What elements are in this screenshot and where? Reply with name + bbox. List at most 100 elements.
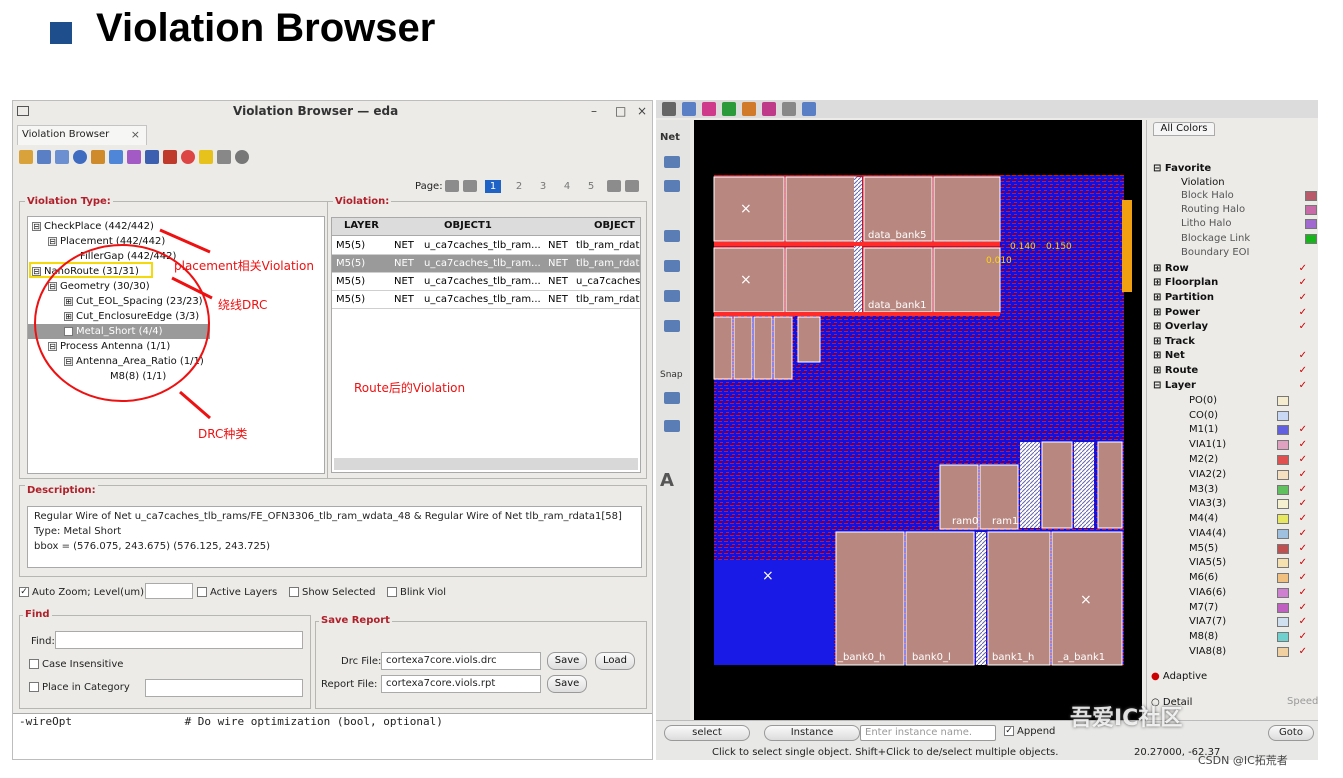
visibility-check[interactable]: ✓: [1299, 438, 1307, 452]
category-overlay[interactable]: ⊞ Overlay ✓: [1153, 320, 1313, 334]
visibility-check[interactable]: ✓: [1299, 320, 1307, 334]
color-swatch[interactable]: [1277, 470, 1289, 480]
category-partition[interactable]: ⊞ Partition ✓: [1153, 291, 1313, 305]
macro-block[interactable]: [1041, 441, 1073, 529]
layer-row-via7[interactable]: VIA7(7) ✓: [1189, 615, 1313, 629]
radio-selected-icon[interactable]: ●: [1151, 671, 1163, 682]
macro-block[interactable]: [773, 316, 793, 380]
snap-icon[interactable]: [664, 392, 680, 404]
visibility-check[interactable]: ✓: [1299, 497, 1307, 511]
align-icon[interactable]: [664, 230, 680, 242]
macro-block[interactable]: [785, 247, 857, 313]
macro-block[interactable]: [733, 316, 753, 380]
net-tool-label[interactable]: Net: [660, 132, 680, 143]
visibility-check[interactable]: ✓: [1299, 453, 1307, 467]
visibility-check[interactable]: ✓: [1299, 379, 1307, 393]
macro-block[interactable]: [905, 531, 975, 666]
visibility-check[interactable]: ✓: [1299, 291, 1307, 305]
category-row[interactable]: ⊞ Row ✓: [1153, 262, 1313, 276]
layer-row-m8[interactable]: M8(8) ✓: [1189, 630, 1313, 644]
visibility-check[interactable]: ✓: [1299, 527, 1307, 541]
violation-marker[interactable]: ×: [762, 568, 774, 584]
color-swatch[interactable]: [1277, 499, 1289, 509]
collapse-icon[interactable]: ⊟: [1153, 380, 1165, 391]
color-swatch[interactable]: [1305, 205, 1317, 215]
zoom-icon[interactable]: [682, 102, 696, 116]
color-swatch[interactable]: [1277, 485, 1289, 495]
expand-icon[interactable]: ⊞: [1153, 263, 1165, 274]
color-swatch[interactable]: [1277, 588, 1289, 598]
visibility-check[interactable]: ✓: [1299, 306, 1307, 320]
layout-canvas[interactable]: × × × × data_bank5 data_bank1 ram0 ram1 …: [694, 120, 1142, 720]
color-swatch[interactable]: [1277, 514, 1289, 524]
visibility-check[interactable]: ✓: [1299, 364, 1307, 378]
color-swatch[interactable]: [1305, 234, 1317, 244]
visibility-check[interactable]: ✓: [1299, 512, 1307, 526]
pan-icon[interactable]: [802, 102, 816, 116]
macro-block[interactable]: [835, 531, 905, 666]
violation-marker[interactable]: ×: [740, 272, 752, 288]
macro-block[interactable]: [785, 176, 857, 242]
layer-row-po[interactable]: PO(0): [1189, 394, 1313, 408]
text-tool-icon[interactable]: A: [660, 470, 674, 491]
visibility-check[interactable]: ✓: [1299, 586, 1307, 600]
category-power[interactable]: ⊞ Power ✓: [1153, 306, 1313, 320]
collapse-icon[interactable]: ⊟: [1153, 163, 1165, 174]
color-swatch[interactable]: [1277, 558, 1289, 568]
category-net[interactable]: ⊞ Net ✓: [1153, 349, 1313, 363]
color-swatch[interactable]: [1277, 632, 1289, 642]
visibility-check[interactable]: ✓: [1299, 630, 1307, 644]
layer-row-m5[interactable]: M5(5) ✓: [1189, 542, 1313, 556]
favorite-item-litho-halo[interactable]: Litho Halo✓: [1181, 217, 1318, 231]
macro-block[interactable]: [797, 316, 821, 363]
append-checkbox[interactable]: ✓: [1004, 726, 1014, 736]
color-swatch[interactable]: [1277, 603, 1289, 613]
violation-marker[interactable]: ×: [740, 201, 752, 217]
visibility-check[interactable]: ✓: [1299, 483, 1307, 497]
color-swatch[interactable]: [1277, 529, 1289, 539]
layer-row-via4[interactable]: VIA4(4) ✓: [1189, 527, 1313, 541]
favorite-group[interactable]: ⊟ Favorite: [1153, 162, 1313, 176]
expand-icon[interactable]: ⊞: [1153, 350, 1165, 361]
layer-row-via5[interactable]: VIA5(5) ✓: [1189, 556, 1313, 570]
violation-marker[interactable]: ×: [1080, 592, 1092, 608]
instance-mode-button[interactable]: Instance: [764, 725, 860, 741]
color-swatch[interactable]: [1277, 573, 1289, 583]
adaptive-option[interactable]: ● Adaptive: [1151, 670, 1311, 684]
favorite-item-block-halo[interactable]: Block Halo✓: [1181, 189, 1318, 203]
macro-block[interactable]: [753, 316, 773, 380]
category-floorplan[interactable]: ⊞ Floorplan ✓: [1153, 276, 1313, 290]
layer-row-via1[interactable]: VIA1(1) ✓: [1189, 438, 1313, 452]
visibility-check[interactable]: ✓: [1299, 615, 1307, 629]
expand-icon[interactable]: ⊞: [1153, 277, 1165, 288]
color-swatch[interactable]: [1305, 191, 1317, 201]
sigma-icon[interactable]: [664, 156, 680, 168]
macro-block[interactable]: [933, 176, 1001, 242]
color-swatch[interactable]: [1277, 647, 1289, 657]
select-tool-icon[interactable]: [662, 102, 676, 116]
color-swatch[interactable]: [1305, 219, 1317, 229]
color-swatch[interactable]: [1277, 455, 1289, 465]
favorite-item-violation[interactable]: Violation✓: [1181, 176, 1318, 190]
layer-row-m1[interactable]: M1(1) ✓: [1189, 423, 1313, 437]
expand-icon[interactable]: ⊞: [1153, 365, 1165, 376]
favorite-item-boundary-eoi[interactable]: Boundary EOI: [1181, 246, 1318, 260]
color-swatch[interactable]: [1277, 411, 1289, 421]
visibility-check[interactable]: ✓: [1299, 276, 1307, 290]
visibility-check[interactable]: ✓: [1299, 601, 1307, 615]
color-swatch[interactable]: [1277, 544, 1289, 554]
expand-icon[interactable]: ⊞: [1153, 292, 1165, 303]
category-layer[interactable]: ⊟ Layer ✓: [1153, 379, 1313, 393]
visibility-check[interactable]: ✓: [1299, 423, 1307, 437]
favorite-item-routing-halo[interactable]: Routing Halo✓: [1181, 203, 1318, 217]
favorite-item-blockage-link[interactable]: Blockage Link✓: [1181, 232, 1318, 246]
wire-tool-icon[interactable]: [664, 180, 680, 192]
route-icon[interactable]: [702, 102, 716, 116]
layer-row-m6[interactable]: M6(6) ✓: [1189, 571, 1313, 585]
visibility-check[interactable]: ✓: [1299, 468, 1307, 482]
layer-row-m2[interactable]: M2(2) ✓: [1189, 453, 1313, 467]
layer-row-via6[interactable]: VIA6(6) ✓: [1189, 586, 1313, 600]
spread-icon[interactable]: [664, 260, 680, 272]
layer-row-via2[interactable]: VIA2(2) ✓: [1189, 468, 1313, 482]
category-track[interactable]: ⊞ Track: [1153, 335, 1313, 349]
